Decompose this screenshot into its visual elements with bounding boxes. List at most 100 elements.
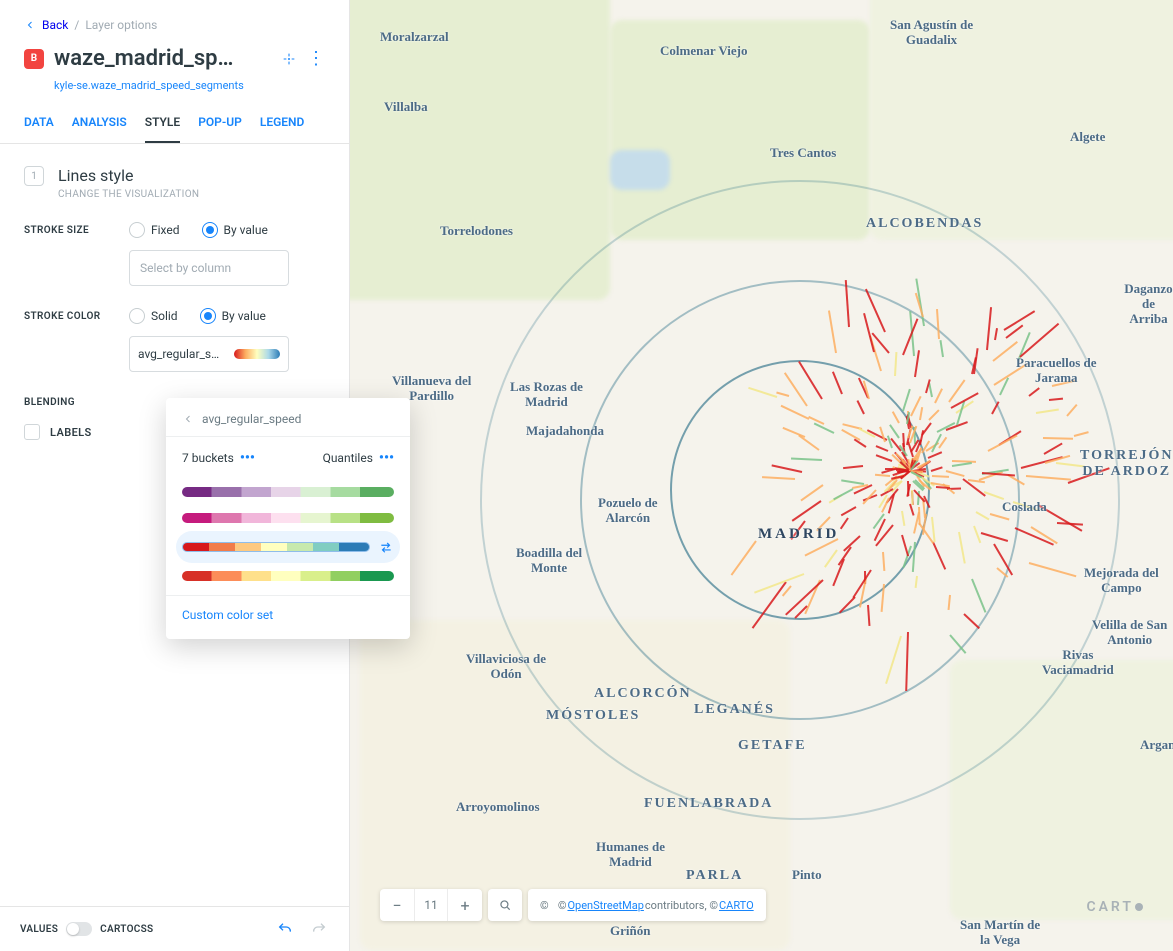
attrib-text: © [558,899,567,912]
carto-link[interactable]: CARTO [719,899,754,912]
stroke-color-byvalue-radio[interactable]: By value [200,308,266,324]
toggle-values-label: VALUES [20,924,58,935]
city-label: FUENLABRADA [644,796,773,812]
tab-legend[interactable]: LEGEND [260,115,305,143]
buckets-menu-icon[interactable]: ••• [240,451,255,465]
center-icon[interactable] [281,51,297,67]
city-label: Pinto [792,868,822,883]
breadcrumb-section: Layer options [85,18,157,32]
city-label: ALCORCÓN [594,686,692,702]
stroke-size-fixed-radio[interactable]: Fixed [129,222,180,238]
search-icon [498,898,512,912]
labels-label: LABELS [50,426,92,439]
radio-label: By value [222,309,266,323]
city-label: PARLA [686,868,743,884]
city-label: Paracuellos deJarama [1016,356,1097,386]
buckets-label: 7 buckets [182,451,234,465]
redo-icon[interactable] [309,921,329,937]
ramp-icon [182,542,370,552]
carto-logo: CART [1086,899,1143,915]
ramp-preview-icon [234,349,280,359]
reverse-ramp-icon[interactable] [378,539,394,555]
city-label: Daganzo deArriba [1124,282,1173,327]
osm-link[interactable]: OpenStreetMap [567,899,643,912]
ramp-option[interactable] [176,479,400,505]
tab-analysis[interactable]: ANALYSIS [72,115,127,143]
custom-color-link[interactable]: Custom color set [182,608,273,622]
stroke-size-byvalue-radio[interactable]: By value [202,222,268,238]
city-label: Humanes deMadrid [596,840,665,870]
city-label: Algete [1070,130,1105,145]
city-label: ALCOBENDAS [866,216,983,232]
city-label: Las Rozas deMadrid [510,380,583,410]
city-label: TORREJÓNDE ARDOZ [1080,448,1173,480]
city-label: Pozuelo deAlarcón [598,496,658,526]
radio-label: Solid [151,309,178,323]
breadcrumb: Back / Layer options [24,18,325,32]
ramp-list[interactable] [166,479,410,595]
city-label: Coslada [1002,500,1047,515]
stroke-color-field[interactable]: avg_regular_s… [129,336,289,372]
toggle-cartocss-label: CARTOCSS [100,924,153,935]
city-label: San Agustín deGuadalix [890,18,973,48]
city-label: MADRID [758,526,839,543]
city-label: LEGANÉS [694,702,775,718]
city-label: RivasVaciamadrid [1042,648,1114,678]
stroke-color-solid-radio[interactable]: Solid [129,308,178,324]
section-title: Lines style [58,166,199,185]
layer-badge: B [24,49,44,69]
terrain-tint [350,0,610,300]
values-cartocss-toggle[interactable] [66,922,92,936]
ramp-option[interactable] [176,531,400,563]
radio-label: Fixed [151,223,180,237]
city-label: Arganda [1140,738,1173,753]
copyright-icon: © [540,899,557,912]
ramp-option[interactable] [176,505,400,531]
breadcrumb-sep: / [74,18,79,32]
style-tabs: DATA ANALYSIS STYLE POP-UP LEGEND [0,93,349,144]
radio-label: By value [224,223,268,237]
sidebar-footer: VALUES CARTOCSS [0,906,349,951]
tab-popup[interactable]: POP-UP [198,115,242,143]
city-label: Villaviciosa deOdón [466,652,546,682]
attrib-text: contributors, © [645,899,718,912]
color-ramp-popover: avg_regular_speed 7 buckets ••• Quantile… [166,398,410,639]
section-subtitle: CHANGE THE VISUALIZATION [58,189,199,200]
back-arrow-icon[interactable] [182,413,194,425]
back-link[interactable]: Back [42,18,68,32]
sidebar: Back / Layer options B waze_madrid_sp… ⋮… [0,0,350,951]
city-label: MÓSTOLES [546,708,640,724]
map-canvas[interactable]: MoralzarzalSan Agustín deGuadalixColmena… [350,0,1173,951]
zoom-in-button[interactable]: + [448,889,482,921]
ramp-option[interactable] [176,563,400,589]
city-label: Velilla de SanAntonio [1092,618,1167,648]
kebab-menu-icon[interactable]: ⋮ [307,50,325,68]
logo-dot-icon [1135,903,1143,911]
water-tint [610,150,670,190]
ramp-icon [182,571,394,581]
step-number: 1 [24,166,44,186]
method-menu-icon[interactable]: ••• [379,451,394,465]
city-label: Torrelodones [440,224,513,239]
stroke-size-label: STROKE SIZE [24,222,129,236]
dataset-link[interactable]: kyle-se.waze_madrid_speed_segments [54,79,244,92]
method-label: Quantiles [323,451,373,465]
undo-icon[interactable] [275,921,295,937]
attribution-bar: © © OpenStreetMap contributors, © CARTO [528,889,766,921]
back-arrow-icon[interactable] [24,19,36,31]
layer-title: waze_madrid_sp… [54,46,271,71]
labels-checkbox[interactable] [24,424,40,440]
city-label: Colmenar Viejo [660,44,748,59]
city-label: Villalba [384,100,428,115]
map-controls: − 11 + © © OpenStreetMap contributors, ©… [380,889,766,921]
city-label: Arroyomolinos [456,800,540,815]
tab-data[interactable]: DATA [24,115,54,143]
tab-style[interactable]: STYLE [145,115,180,143]
city-label: Mejorada delCampo [1084,566,1159,596]
zoom-out-button[interactable]: − [380,889,414,921]
blending-label: BLENDING [24,394,129,408]
city-label: GETAFE [738,738,807,754]
stroke-size-column-select[interactable]: Select by column [129,250,289,286]
search-button[interactable] [488,889,522,921]
popover-column-name: avg_regular_speed [202,412,301,426]
